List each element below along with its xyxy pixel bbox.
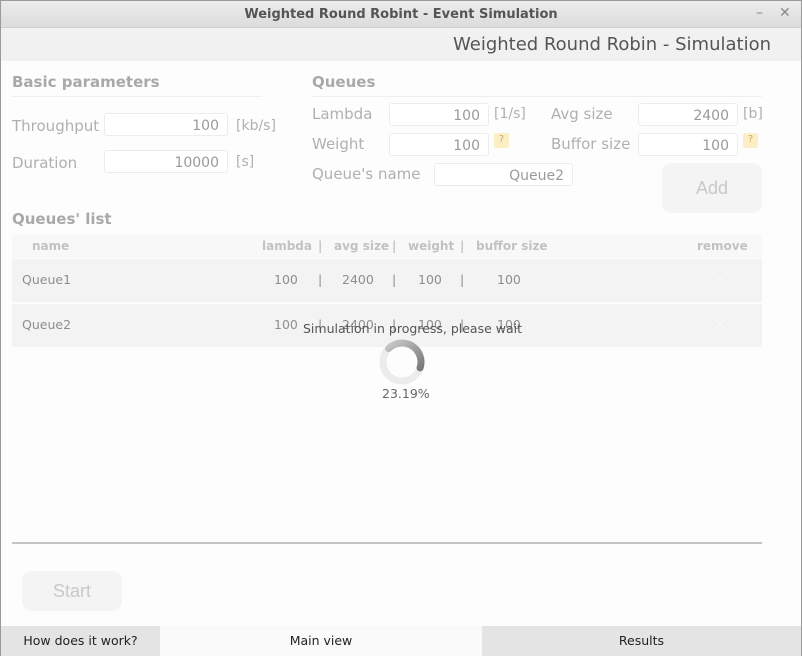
- avg-size-input[interactable]: [638, 103, 738, 126]
- throughput-input[interactable]: [104, 113, 228, 136]
- column-separator: |: [460, 239, 465, 253]
- cell-separator: |: [392, 272, 397, 287]
- table-header: name lambda | avg size | weight | buffor…: [12, 234, 762, 258]
- queues-list-title: Queues' list: [12, 210, 112, 228]
- title-bar: Weighted Round Robint - Event Simulation…: [1, 1, 801, 28]
- weight-label: Weight: [312, 135, 365, 153]
- column-weight: weight: [408, 239, 455, 253]
- weight-input[interactable]: [389, 133, 489, 156]
- minimize-icon[interactable]: –: [756, 5, 763, 21]
- close-icon[interactable]: ✕: [779, 5, 791, 21]
- lambda-cell: 100: [274, 317, 298, 332]
- weight-cell: 100: [418, 272, 442, 287]
- buffor-size-cell: 100: [497, 272, 521, 287]
- column-separator: |: [392, 239, 397, 253]
- add-button[interactable]: Add: [662, 163, 762, 213]
- tab-how-does-it-work[interactable]: How does it work?: [1, 626, 160, 656]
- lambda-label: Lambda: [312, 105, 373, 123]
- queue-name-cell: Queue1: [22, 272, 72, 287]
- bottom-tabs: How does it work? Main view Results: [1, 626, 801, 656]
- queue-name-input[interactable]: [434, 163, 573, 186]
- progress-spinner: [379, 339, 425, 385]
- column-separator: |: [318, 239, 323, 253]
- window-title: Weighted Round Robint - Event Simulation: [244, 7, 558, 22]
- avg-size-cell: 2400: [342, 272, 374, 287]
- app-title: Weighted Round Robin - Simulation: [453, 34, 771, 55]
- column-lambda: lambda: [262, 239, 312, 253]
- tab-results[interactable]: Results: [482, 626, 801, 656]
- simulation-status: Simulation in progress, please wait: [303, 321, 523, 336]
- section-divider: [12, 542, 762, 544]
- duration-unit: [s]: [236, 154, 255, 170]
- remove-icon[interactable]: [710, 269, 730, 289]
- app-window: Weighted Round Robint - Event Simulation…: [0, 0, 802, 656]
- column-name: name: [32, 239, 70, 253]
- lambda-cell: 100: [274, 272, 298, 287]
- weight-help-icon[interactable]: ?: [494, 133, 509, 148]
- table-row: Queue1 100 | 2400 | 100 | 100: [12, 259, 762, 302]
- queues-rule: [312, 96, 762, 97]
- app-header: Weighted Round Robin - Simulation: [1, 28, 801, 61]
- column-remove: remove: [697, 239, 748, 253]
- start-button[interactable]: Start: [22, 571, 122, 611]
- queues-title: Queues: [312, 73, 376, 91]
- basic-parameters-rule: [12, 96, 262, 97]
- throughput-label: Throughput: [12, 117, 100, 135]
- duration-label: Duration: [12, 154, 78, 172]
- column-buffor-size: buffor size: [476, 239, 548, 253]
- avg-size-unit: [b]: [743, 106, 763, 122]
- buffor-size-help-icon[interactable]: ?: [743, 133, 758, 148]
- buffor-size-label: Buffor size: [551, 135, 631, 153]
- cell-separator: |: [460, 272, 465, 287]
- buffor-size-input[interactable]: [638, 133, 738, 156]
- throughput-unit: [kb/s]: [236, 118, 276, 134]
- avg-size-label: Avg size: [551, 105, 613, 123]
- remove-icon[interactable]: [710, 314, 730, 334]
- lambda-input[interactable]: [389, 103, 489, 126]
- column-avg-size: avg size: [334, 239, 390, 253]
- duration-input[interactable]: [104, 150, 228, 173]
- progress-percent: 23.19%: [382, 386, 430, 401]
- basic-parameters-title: Basic parameters: [12, 73, 160, 91]
- tab-main-view[interactable]: Main view: [160, 626, 482, 656]
- queue-name-label: Queue's name: [312, 165, 421, 183]
- lambda-unit: [1/s]: [494, 106, 526, 122]
- cell-separator: |: [318, 272, 323, 287]
- queue-name-cell: Queue2: [22, 317, 72, 332]
